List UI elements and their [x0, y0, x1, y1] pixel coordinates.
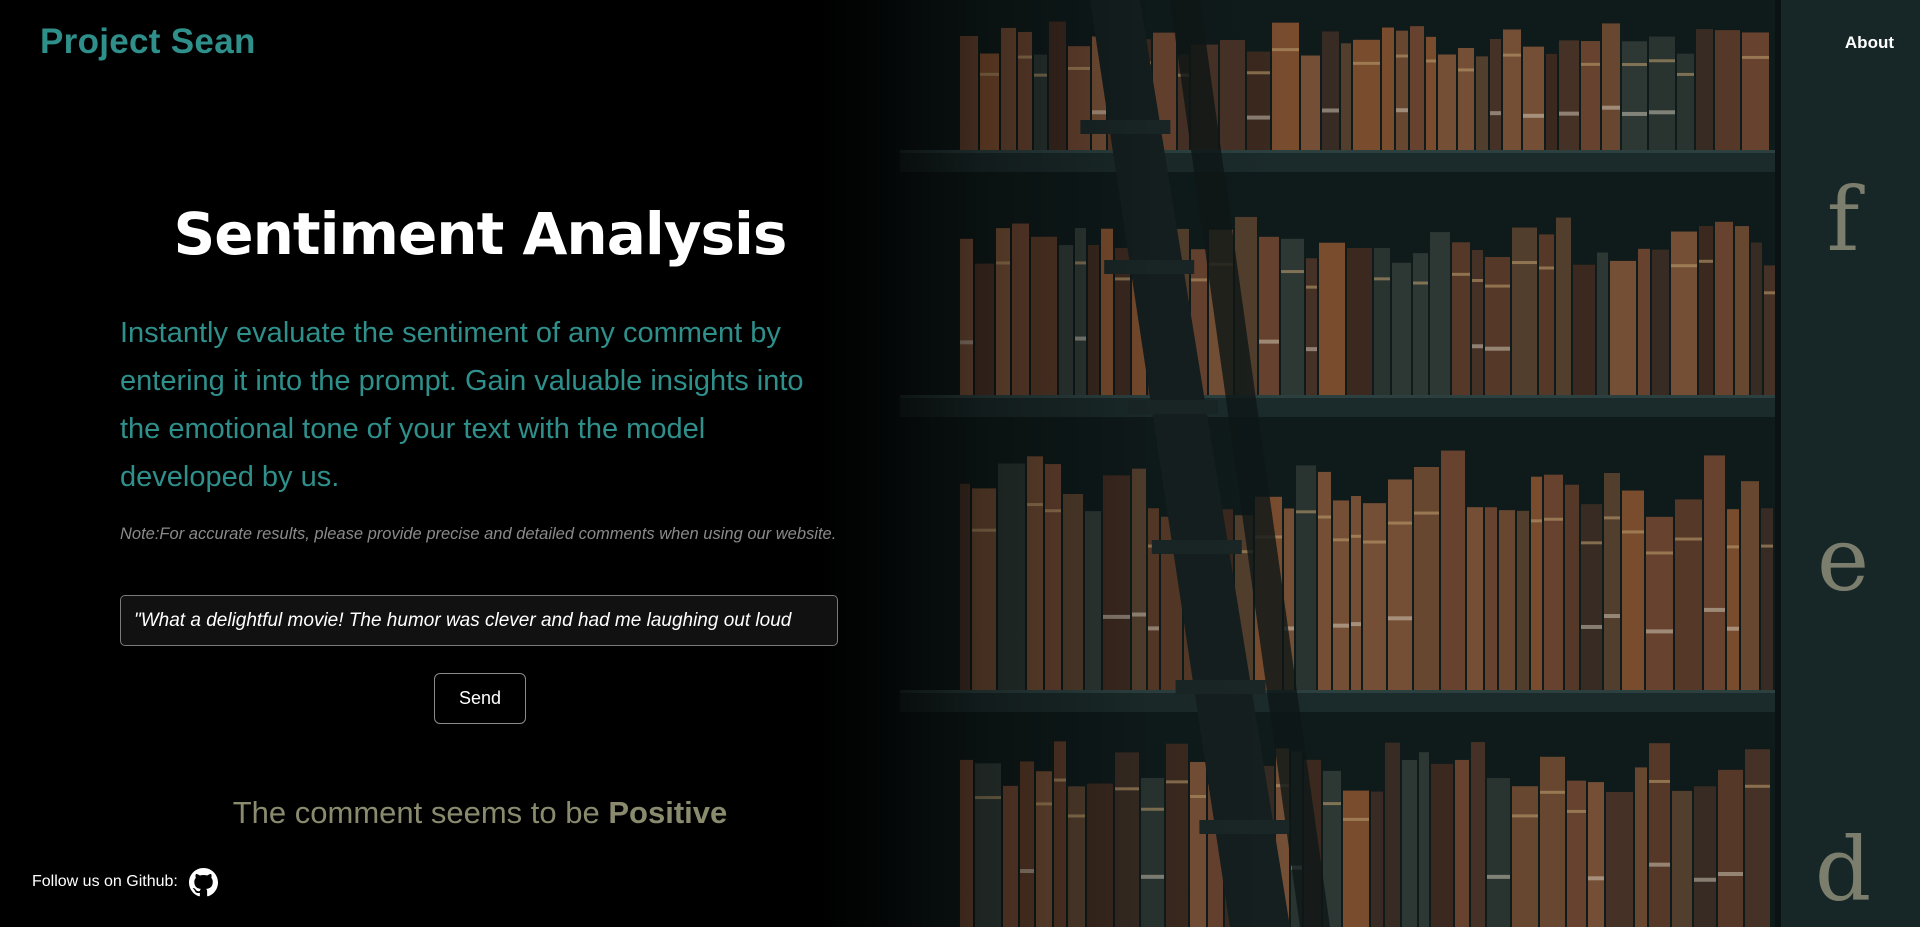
page-description: Instantly evaluate the sentiment of any … [120, 317, 804, 493]
result-prefix: The comment seems to be [232, 795, 600, 830]
brand-logo[interactable]: Project Sean [40, 22, 256, 62]
follow-github-label: Follow us on Github: [32, 873, 178, 890]
comment-input-wrapper [120, 595, 838, 646]
sentiment-result: The comment seems to be Positive [120, 795, 840, 831]
send-button[interactable]: Send [434, 673, 526, 724]
accuracy-note: Note:For accurate results, please provid… [120, 525, 837, 543]
result-value: Positive [608, 795, 728, 830]
nav-about-link[interactable]: About [1845, 33, 1894, 53]
comment-input[interactable] [121, 596, 837, 645]
github-icon[interactable] [189, 868, 218, 897]
page-title: Sentiment Analysis [173, 200, 788, 268]
